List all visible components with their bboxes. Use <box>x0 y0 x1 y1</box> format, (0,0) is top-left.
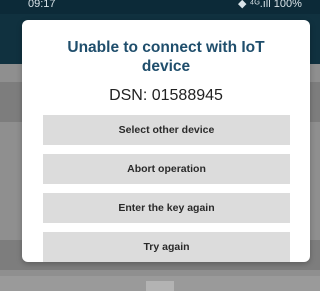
status-bar: 09:17 ◆ ⁴ᴳ.ıll 100% <box>0 0 320 14</box>
try-again-button[interactable]: Try again <box>43 232 290 262</box>
select-other-device-button[interactable]: Select other device <box>43 115 290 145</box>
status-indicators: ◆ ⁴ᴳ.ıll 100% <box>238 0 302 10</box>
device-serial-number: DSN: 01588945 <box>109 87 223 104</box>
enter-key-again-button[interactable]: Enter the key again <box>43 193 290 223</box>
status-time: 09:17 <box>28 0 56 10</box>
bottom-bar-handle <box>146 281 174 291</box>
dialog-title: Unable to connect with IoT device <box>67 39 265 75</box>
abort-operation-button[interactable]: Abort operation <box>43 154 290 184</box>
connection-error-dialog: Unable to connect with IoT device DSN: 0… <box>22 20 310 262</box>
bottom-bar <box>0 276 320 291</box>
